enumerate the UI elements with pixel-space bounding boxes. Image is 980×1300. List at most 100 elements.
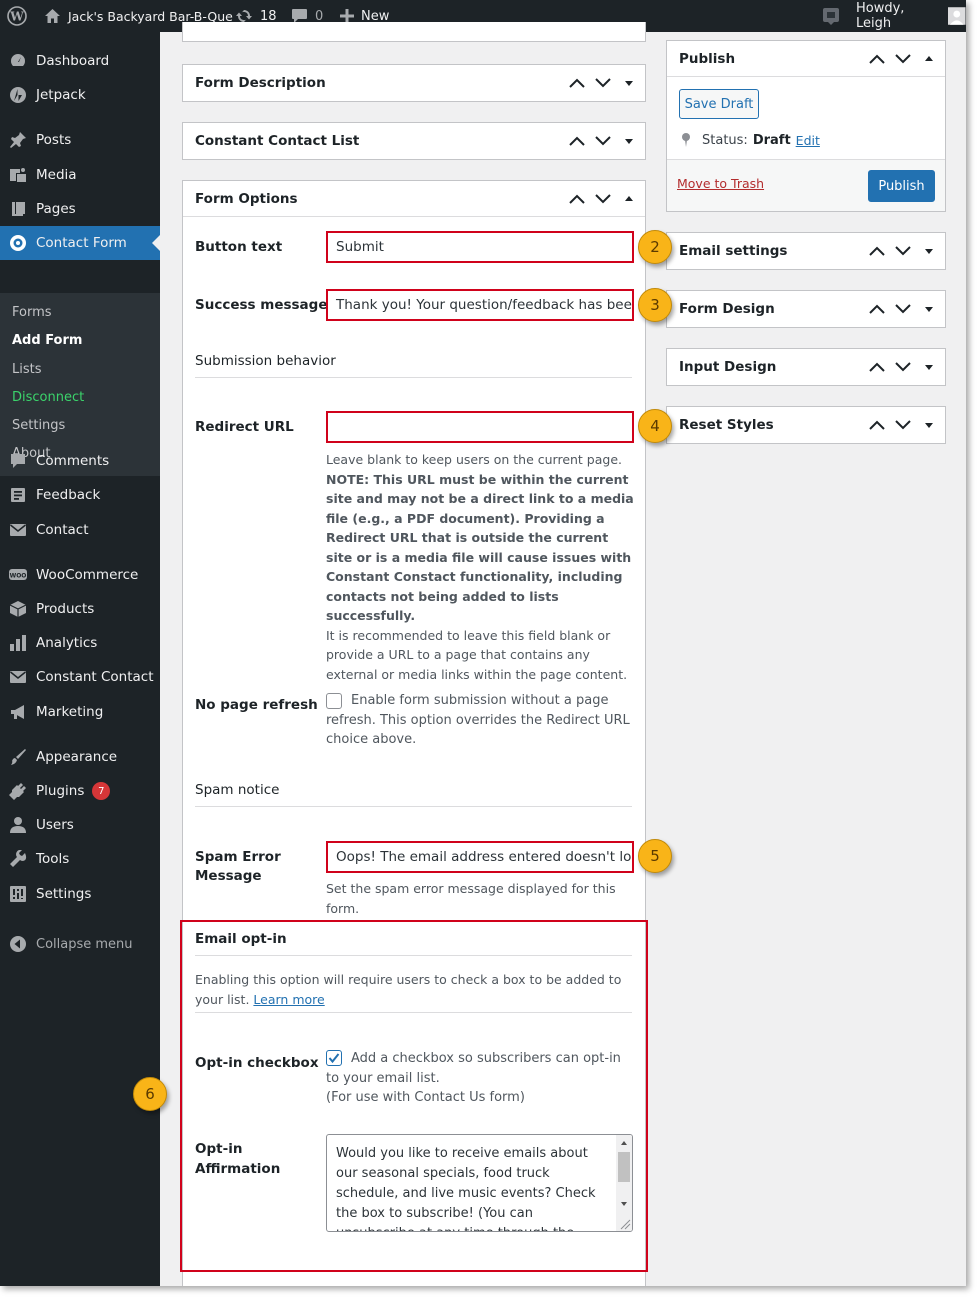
move-to-trash-link[interactable]: Move to Trash [677,176,764,191]
chevron-up-icon[interactable] [869,362,885,372]
form-design-box[interactable]: Form Design [666,290,946,328]
sidebar-item-label: Contact Form [36,235,127,251]
toggle-arrow-down-icon[interactable] [621,136,637,146]
submenu-lists[interactable]: Lists [12,362,42,377]
chevron-up-icon[interactable] [869,54,885,64]
save-draft-button[interactable]: Save Draft [679,89,759,119]
howdy-text: Howdy, Leigh [856,1,905,31]
sidebar-item-woocommerce[interactable]: WOO WooCommerce [0,558,160,592]
sidebar-item-label: Settings [36,886,92,902]
brush-icon [11,749,26,765]
user-icon [10,817,26,833]
chevron-up-icon[interactable] [569,194,585,204]
chevron-down-icon[interactable] [895,54,911,64]
sidebar-item-media[interactable]: Media [0,158,160,192]
wordpress-logo-icon[interactable]: W [7,0,27,32]
sidebar-item-label: Media [36,167,77,183]
redirect-url-help: Leave blank to keep users on the current… [326,450,636,684]
envelope-icon [10,671,26,683]
box-icon [9,601,27,617]
sidebar-item-marketing[interactable]: Marketing [0,695,160,729]
button-text-input[interactable]: Submit [326,231,634,263]
chevron-down-icon[interactable] [595,136,611,146]
sidebar-item-label: Feedback [36,487,101,503]
sidebar-item-products[interactable]: Products [0,592,160,626]
jetpack-icon [10,87,26,103]
input-design-box[interactable]: Input Design [666,348,946,386]
sidebar-item-label: Products [36,601,95,617]
reset-styles-box[interactable]: Reset Styles [666,406,946,444]
form-description-box[interactable]: Form Description [182,64,646,102]
sidebar-item-jetpack[interactable]: Jetpack [0,78,160,112]
sidebar-item-pages[interactable]: Pages [0,192,160,226]
sidebar-item-posts[interactable]: Posts [0,123,160,157]
toggle-arrow-down-icon[interactable] [921,304,937,314]
submission-behavior-heading: Submission behavior [195,353,336,369]
email-settings-box[interactable]: Email settings [666,232,946,270]
submenu-forms[interactable]: Forms [12,305,52,320]
toggle-arrow-down-icon[interactable] [921,246,937,256]
publish-box: Publish Save Draft Status: Draft Edit Mo… [666,40,946,212]
sidebar-item-appearance[interactable]: Appearance [0,740,160,774]
chevron-down-icon[interactable] [895,420,911,430]
sidebar-item-constant-contact[interactable]: Constant Contact [0,660,160,694]
chevron-down-icon[interactable] [895,304,911,314]
sidebar-item-label: Plugins [36,783,85,799]
submenu-disconnect[interactable]: Disconnect [12,390,84,405]
redirect-url-input[interactable] [326,411,634,443]
collapse-menu-button[interactable]: Collapse menu [0,927,160,961]
sidebar-item-comments[interactable]: Comments [0,444,160,478]
chevron-down-icon[interactable] [595,78,611,88]
button-text-label: Button text [195,239,283,255]
chevron-down-icon[interactable] [595,194,611,204]
sidebar-item-tools[interactable]: Tools [0,842,160,876]
chevron-up-icon[interactable] [869,246,885,256]
sidebar-item-label: Tools [36,851,70,867]
notification-icon[interactable] [821,0,841,32]
svg-text:WOO: WOO [10,573,27,580]
sidebar-item-dashboard[interactable]: Dashboard [0,44,160,78]
sidebar-item-label: Jetpack [36,87,86,103]
sidebar-item-analytics[interactable]: Analytics [0,626,160,660]
sidebar-item-contact-form[interactable]: Contact Form [0,226,160,260]
chevron-up-icon[interactable] [569,78,585,88]
publish-actions: Move to Trash Publish [667,159,945,211]
sidebar-item-label: Pages [36,201,76,217]
toggle-arrow-up-icon[interactable] [621,194,637,204]
constant-contact-list-box[interactable]: Constant Contact List [182,122,646,160]
sidebar-item-contact[interactable]: Contact [0,513,160,547]
spam-error-input[interactable]: Oops! The email address entered doesn't … [326,841,634,873]
no-page-refresh-label: No page refresh [195,697,318,713]
envelope-icon [10,524,26,536]
chevron-up-icon[interactable] [869,420,885,430]
account-menu[interactable]: Howdy, Leigh [856,0,966,32]
toggle-arrow-down-icon[interactable] [621,78,637,88]
toggle-arrow-down-icon[interactable] [921,420,937,430]
redirect-help-line-2: It is recommended to leave this field bl… [326,627,628,682]
toggle-arrow-up-icon[interactable] [921,54,937,64]
sidebar-item-settings[interactable]: Settings [0,877,160,911]
chevron-down-icon[interactable] [895,246,911,256]
divider [195,377,632,378]
redirect-help-note: NOTE: This URL must be within the curren… [326,471,634,624]
divider [195,806,632,807]
sidebar-item-label: Appearance [36,749,118,765]
sidebar-item-feedback[interactable]: Feedback [0,478,160,512]
submenu-add-form[interactable]: Add Form [12,333,82,348]
plus-icon [340,9,354,23]
chevron-down-icon[interactable] [895,362,911,372]
status-value: Draft [752,132,791,148]
toggle-arrow-down-icon[interactable] [921,362,937,372]
chevron-up-icon[interactable] [869,304,885,314]
publish-button[interactable]: Publish [868,170,935,202]
status-edit-link[interactable]: Edit [796,133,820,148]
submenu-settings[interactable]: Settings [12,418,65,433]
plugins-update-badge: 7 [92,782,111,800]
sidebar-item-plugins[interactable]: Plugins 7 [0,774,160,808]
success-message-label: Success message [195,297,328,313]
svg-text:W: W [9,10,24,24]
chevron-up-icon[interactable] [569,136,585,146]
sidebar-item-users[interactable]: Users [0,808,160,842]
spam-error-label-line-1: Spam Error [195,849,281,865]
success-message-input[interactable]: Thank you! Your question/feedback has be… [326,289,634,321]
